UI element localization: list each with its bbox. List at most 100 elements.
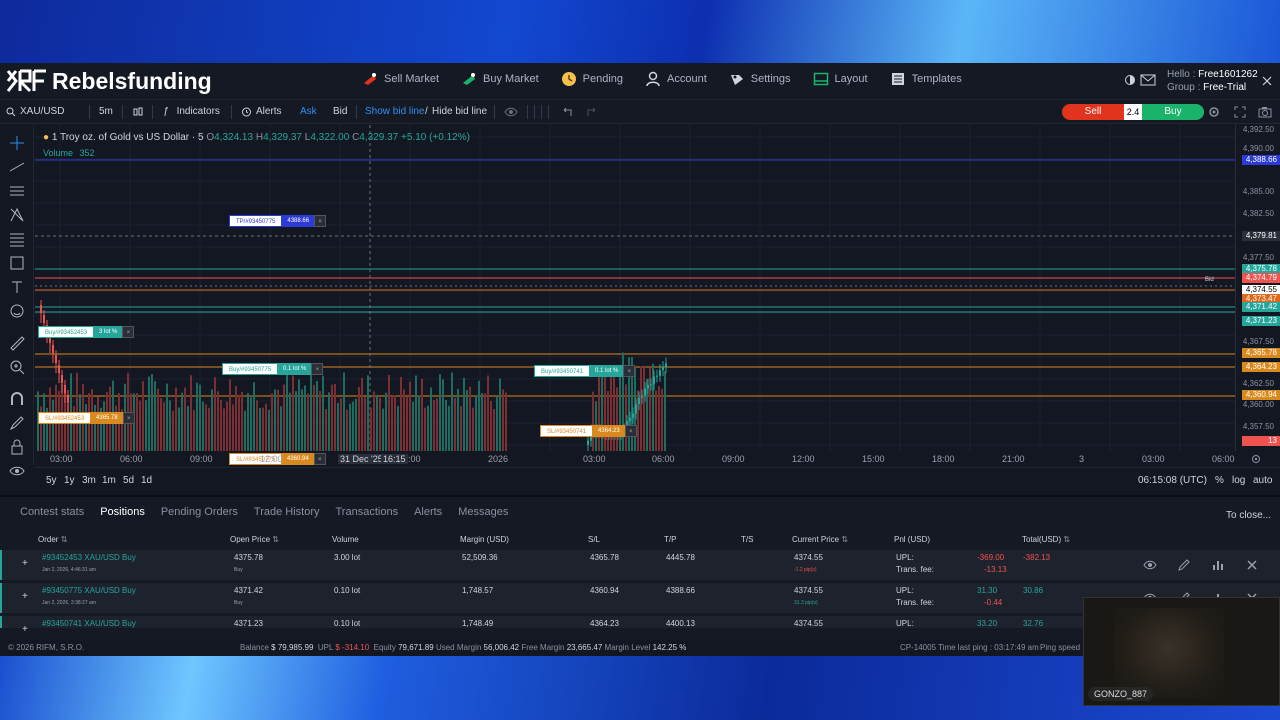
price-scale[interactable]: 4,392.50 4,390.00 4,385.00 4,382.50 4,377.50… [1235,125,1280,451]
brand-logo[interactable]: Rebelsfunding [6,68,212,94]
column-header[interactable]: Order ⇅ [38,535,67,544]
indicators-button[interactable]: ƒ Indicators [163,106,220,117]
symbol-search[interactable]: XAU/USD [6,106,64,117]
expand-icon[interactable]: + [22,591,28,602]
range-button-5y[interactable]: 5y [46,475,57,486]
gear-icon[interactable] [1208,106,1220,118]
log-toggle[interactable]: log [1232,475,1245,486]
nav-layout[interactable]: Layout [813,71,868,87]
theme-toggle-icon[interactable] [1124,74,1136,86]
close-icon[interactable]: × [311,363,324,375]
camera-icon[interactable] [1258,106,1272,118]
show-bid-line-link[interactable]: Show bid line [365,106,424,117]
order-label[interactable]: Buy/#93452453 3 lot % × [38,326,135,338]
ruler-icon[interactable] [9,335,25,351]
crosshair-icon[interactable] [9,135,25,151]
order-id[interactable]: #93450775 XAU/USD Buy [42,586,136,595]
sell-button[interactable]: Sell [1062,104,1124,120]
close-position-icon[interactable] [1245,558,1259,572]
percent-toggle[interactable]: % [1215,475,1224,486]
magnet-icon[interactable] [9,391,25,407]
fib-icon[interactable] [9,183,25,199]
zoom-in-icon[interactable] [9,359,25,375]
pencil-lock-icon[interactable] [9,415,25,431]
emoji-icon[interactable] [9,303,25,319]
close-icon[interactable]: × [122,326,135,338]
utc-clock[interactable]: 06:15:08 (UTC) [1138,475,1207,486]
range-button-3m[interactable]: 3m [82,475,96,486]
column-header[interactable]: Total(USD) ⇅ [1022,535,1070,544]
undo-icon[interactable] [561,107,573,117]
range-button-1d[interactable]: 1d [141,475,152,486]
order-label[interactable]: TP/#93450775 4388.66 × [229,215,327,227]
interval-selector[interactable]: 5m [99,106,113,117]
price-tick: 4,367.50 [1242,337,1274,346]
nav-sell-market[interactable]: Sell Market [362,71,439,87]
trend-line-icon[interactable] [9,159,25,175]
alerts-button[interactable]: Alerts [241,106,282,117]
column-header[interactable]: Current Price ⇅ [792,535,848,544]
chart-type-button[interactable] [132,106,144,118]
fullscreen-icon[interactable] [1234,106,1246,118]
stop-loss[interactable]: 4364.23 [590,619,619,628]
take-profit[interactable]: 4445.78 [666,553,695,562]
redo-icon[interactable] [586,107,598,117]
eye-icon[interactable] [504,107,518,117]
stop-loss[interactable]: 4360.94 [590,586,619,595]
close-icon[interactable]: × [122,412,135,424]
ask-button[interactable]: Ask [300,106,317,117]
settings-gear-icon[interactable] [1251,454,1261,464]
take-profit[interactable]: 4400.13 [666,619,695,628]
price-chart[interactable] [35,125,1235,451]
table-row[interactable]: + #93452453 XAU/USD Buy Jan 2, 2026, 4:46:… [0,550,1280,580]
order-label[interactable]: SL/#93452453 4365.78 × [38,412,135,424]
text-icon[interactable] [9,279,25,295]
lock-icon[interactable] [9,439,25,455]
close-icon[interactable]: × [623,365,636,377]
bid-button[interactable]: Bid [333,106,347,117]
projection-icon[interactable] [9,231,25,247]
take-profit[interactable]: 4388.66 [666,586,695,595]
chart-icon[interactable] [1211,558,1225,572]
nav-buy-market[interactable]: Buy Market [461,71,539,87]
order-label[interactable]: Buy/#93450741 0.1 lot % × [534,365,636,377]
tab-positions[interactable]: Positions [100,506,145,518]
edit-icon[interactable] [1177,558,1191,572]
user-info[interactable]: Hello : Free1601262 Group : Free-Trial [1167,68,1258,94]
close-icon[interactable] [1262,76,1272,86]
range-button-1m[interactable]: 1m [102,475,116,486]
tab-alerts[interactable]: Alerts [414,506,442,518]
auto-toggle[interactable]: auto [1253,475,1272,486]
tab-messages[interactable]: Messages [458,506,508,518]
nav-account[interactable]: Account [645,71,707,87]
shapes-icon[interactable] [9,255,25,271]
expand-icon[interactable]: + [22,558,28,569]
tab-pending-orders[interactable]: Pending Orders [161,506,238,518]
range-button-5d[interactable]: 5d [123,475,134,486]
tab-contest-stats[interactable]: Contest stats [20,506,84,518]
buy-button[interactable]: Buy [1142,104,1204,120]
stop-loss[interactable]: 4365.78 [590,553,619,562]
order-label[interactable]: Buy/#93450775 0.1 lot % × [222,363,324,375]
close-icon[interactable]: × [314,215,327,227]
order-id[interactable]: #93450741 XAU/USD Buy [42,619,136,628]
expand-icon[interactable]: + [22,624,28,635]
tab-trade-history[interactable]: Trade History [254,506,320,518]
pattern-icon[interactable] [9,207,25,223]
hide-bid-line-link[interactable]: Hide bid line [432,106,487,117]
column-header[interactable]: Open Price ⇅ [230,535,279,544]
range-button-1y[interactable]: 1y [64,475,75,486]
nav-settings[interactable]: Settings [729,71,791,87]
view-icon[interactable] [1143,558,1157,572]
templates-icon [891,73,904,85]
nav-pending[interactable]: Pending [561,71,623,87]
mail-icon[interactable] [1140,74,1156,86]
order-label[interactable]: SL/#93450741 4364.23 × [540,425,637,437]
nav-templates[interactable]: Templates [890,71,962,87]
close-all-link[interactable]: To close... [1226,510,1271,521]
visibility-icon[interactable] [9,463,25,479]
order-id[interactable]: #93452453 XAU/USD Buy [42,553,136,562]
close-icon[interactable]: × [624,425,637,437]
time-axis[interactable]: 03:00 06:00 09:00 12:00 31 Dec '25 16:15:00 20… [35,451,1280,467]
tab-transactions[interactable]: Transactions [336,506,399,518]
